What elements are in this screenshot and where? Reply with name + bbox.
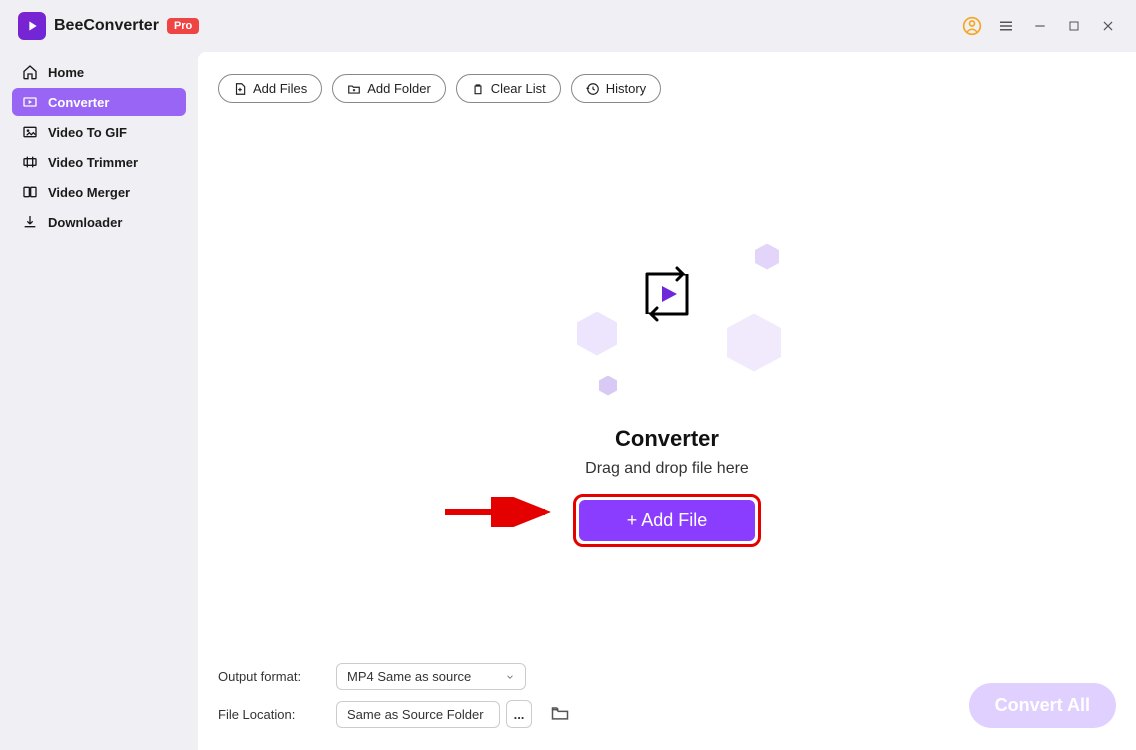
button-label: Clear List — [491, 81, 546, 96]
close-button[interactable] — [1098, 16, 1118, 36]
select-value: MP4 Same as source — [347, 669, 471, 684]
clear-list-button[interactable]: Clear List — [456, 74, 561, 103]
titlebar: BeeConverter Pro — [0, 0, 1136, 52]
file-location-more-button[interactable]: ... — [506, 700, 532, 728]
sidebar-item-label: Video To GIF — [48, 125, 127, 140]
toolbar: Add Files Add Folder Clear List History — [198, 52, 1136, 115]
sidebar-item-label: Converter — [48, 95, 109, 110]
sidebar-item-video-merger[interactable]: Video Merger — [12, 178, 186, 206]
sidebar-item-video-to-gif[interactable]: Video To GIF — [12, 118, 186, 146]
center-title: Converter — [615, 426, 719, 452]
sidebar-item-video-trimmer[interactable]: Video Trimmer — [12, 148, 186, 176]
output-format-label: Output format: — [218, 669, 318, 684]
button-label: Add Files — [253, 81, 307, 96]
add-file-highlight: + Add File — [573, 494, 762, 547]
add-files-button[interactable]: Add Files — [218, 74, 322, 103]
add-folder-button[interactable]: Add Folder — [332, 74, 446, 103]
chevron-down-icon — [505, 672, 515, 682]
user-account-icon[interactable] — [962, 16, 982, 36]
sidebar-item-converter[interactable]: Converter — [12, 88, 186, 116]
drop-zone[interactable]: Converter Drag and drop file here + Add … — [198, 115, 1136, 653]
sidebar-item-label: Video Merger — [48, 185, 130, 200]
hamburger-menu-icon[interactable] — [996, 16, 1016, 36]
button-label: History — [606, 81, 646, 96]
minimize-button[interactable] — [1030, 16, 1050, 36]
center-subtitle: Drag and drop file here — [585, 460, 749, 478]
sidebar-item-home[interactable]: Home — [12, 58, 186, 86]
output-format-select[interactable]: MP4 Same as source — [336, 663, 526, 690]
sidebar-item-label: Video Trimmer — [48, 155, 138, 170]
app-logo — [18, 12, 46, 40]
file-location-input[interactable]: Same as Source Folder — [336, 701, 500, 728]
file-location-label: File Location: — [218, 707, 318, 722]
add-file-button[interactable]: + Add File — [579, 500, 756, 541]
button-label: Add Folder — [367, 81, 431, 96]
history-button[interactable]: History — [571, 74, 661, 103]
sidebar-item-label: Downloader — [48, 215, 122, 230]
sidebar: Home Converter Video To GIF Video Trimme… — [0, 52, 198, 750]
maximize-button[interactable] — [1064, 16, 1084, 36]
open-folder-icon[interactable] — [550, 703, 572, 725]
pro-badge: Pro — [167, 18, 199, 34]
annotation-arrow-icon — [440, 497, 560, 527]
convert-arrows-icon — [637, 262, 697, 326]
sidebar-item-downloader[interactable]: Downloader — [12, 208, 186, 236]
convert-all-button[interactable]: Convert All — [969, 683, 1116, 728]
sidebar-item-label: Home — [48, 65, 84, 80]
main-panel: Add Files Add Folder Clear List History — [198, 52, 1136, 750]
app-title: BeeConverter — [54, 17, 159, 35]
converter-graphic — [537, 222, 797, 402]
